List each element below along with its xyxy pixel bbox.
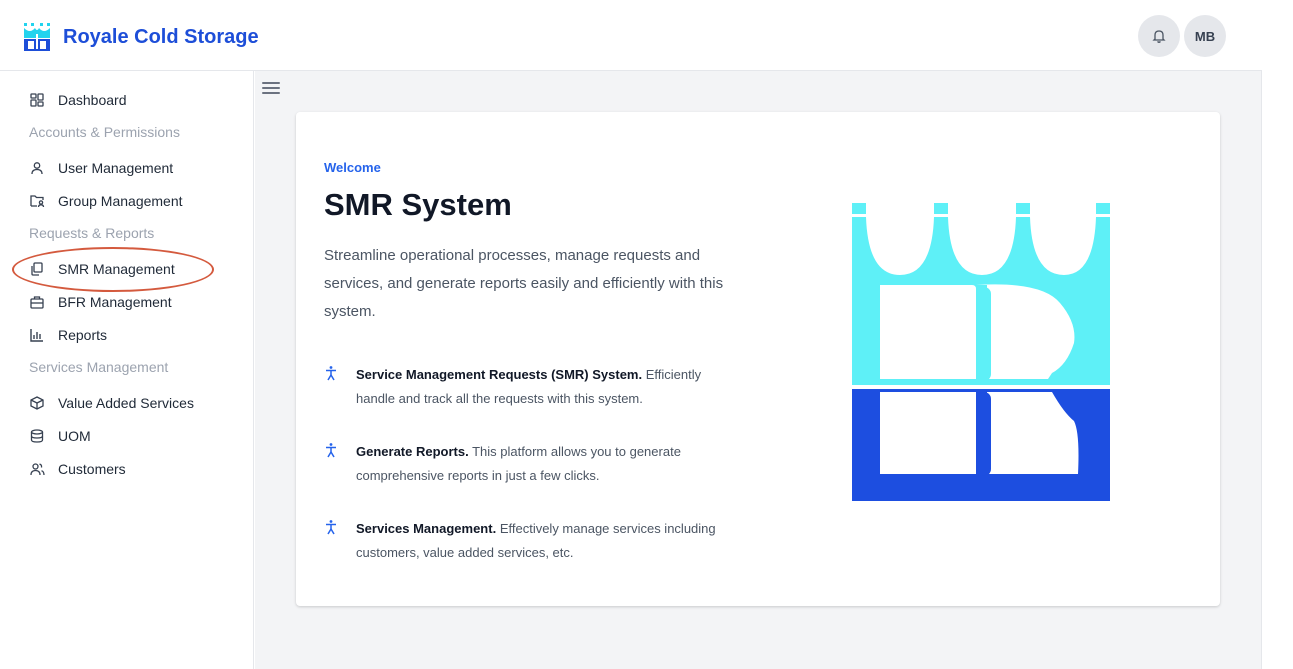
sidebar-item-group-management[interactable]: Group Management — [29, 189, 183, 213]
page-description: Streamline operational processes, manage… — [324, 247, 724, 320]
grid-icon — [29, 92, 45, 108]
sidebar: Dashboard Accounts & Permissions User Ma… — [0, 71, 254, 669]
top-header: Royale Cold Storage MB — [0, 0, 1262, 71]
sidebar-item-label: Customers — [58, 461, 126, 477]
brand-name: Royale Cold Storage — [63, 25, 259, 48]
user-icon — [29, 160, 45, 176]
sidebar-item-label: SMR Management — [58, 261, 175, 277]
page-title: SMR System — [324, 187, 512, 222]
feature-text: Service Management Requests (SMR) System… — [356, 363, 726, 411]
briefcase-icon — [29, 294, 45, 310]
sidebar-item-label: Group Management — [58, 193, 183, 209]
castle-logo-icon — [24, 23, 50, 51]
sidebar-item-label: Value Added Services — [58, 395, 194, 411]
app-window: Royale Cold Storage MB Dashboard Account… — [0, 0, 1262, 669]
main-content: Welcome SMR System Streamline operationa… — [255, 71, 1261, 669]
sidebar-item-customers[interactable]: Customers — [29, 457, 126, 481]
section-requests-reports: Requests & Reports — [29, 225, 155, 241]
sidebar-item-user-management[interactable]: User Management — [29, 156, 173, 180]
bell-icon — [1152, 30, 1166, 43]
feature-title: Service Management Requests (SMR) System… — [356, 367, 643, 382]
sidebar-item-label: BFR Management — [58, 294, 172, 310]
sidebar-item-dashboard[interactable]: Dashboard — [29, 88, 127, 112]
user-avatar-button[interactable]: MB — [1184, 15, 1226, 57]
folder-user-icon — [29, 193, 45, 209]
brand[interactable]: Royale Cold Storage — [22, 22, 259, 52]
welcome-label: Welcome — [324, 160, 381, 175]
accessibility-icon — [324, 365, 340, 383]
sidebar-item-label: Reports — [58, 327, 108, 343]
hamburger-menu-icon[interactable] — [262, 80, 280, 96]
feature-title: Services Management. — [356, 521, 497, 536]
accessibility-icon — [324, 519, 340, 537]
sidebar-item-label: User Management — [58, 160, 174, 176]
sidebar-item-uom[interactable]: UOM — [29, 424, 91, 448]
feature-text: Generate Reports. This platform allows y… — [356, 440, 726, 488]
sidebar-item-label: UOM — [58, 428, 91, 444]
feature-title: Generate Reports. — [356, 444, 469, 459]
section-services-management: Services Management — [29, 359, 169, 375]
accessibility-icon — [324, 442, 340, 460]
welcome-card: Welcome SMR System Streamline operationa… — [296, 112, 1220, 606]
royale-logo-illustration — [852, 203, 1110, 501]
package-icon — [29, 395, 45, 411]
section-accounts-permissions: Accounts & Permissions — [29, 124, 180, 140]
notifications-button[interactable] — [1138, 15, 1180, 57]
sidebar-item-label: Dashboard — [58, 92, 127, 108]
sidebar-item-bfr-management[interactable]: BFR Management — [29, 290, 172, 314]
sidebar-item-reports[interactable]: Reports — [29, 323, 107, 347]
sidebar-item-value-added-services[interactable]: Value Added Services — [29, 391, 194, 415]
bar-chart-icon — [29, 327, 45, 343]
database-icon — [29, 428, 45, 444]
feature-text: Services Management. Effectively manage … — [356, 517, 726, 565]
users-icon — [29, 461, 45, 477]
sidebar-item-smr-management[interactable]: SMR Management — [29, 257, 175, 281]
copy-document-icon — [29, 261, 45, 277]
